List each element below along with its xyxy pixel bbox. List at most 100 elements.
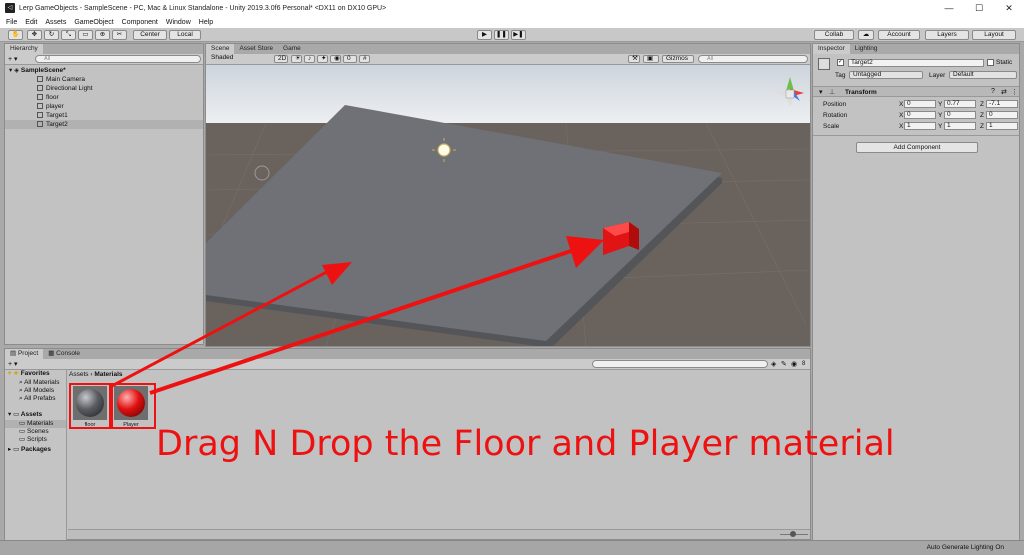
grid-icon[interactable]: # bbox=[359, 55, 370, 63]
pivot-local-toggle[interactable]: Local bbox=[169, 30, 201, 40]
material-player-thumbnail[interactable] bbox=[114, 386, 148, 420]
position-y-field[interactable]: 0.77 bbox=[944, 100, 976, 108]
account-dropdown[interactable]: Account bbox=[878, 30, 920, 40]
hierarchy-item-main-camera[interactable]: Main Camera bbox=[5, 75, 203, 84]
gizmos-dropdown[interactable]: Gizmos bbox=[662, 55, 694, 63]
hierarchy-item-directional-light[interactable]: Directional Light bbox=[5, 84, 203, 93]
menu-edit[interactable]: Edit bbox=[25, 19, 37, 26]
audio-toggle-icon[interactable]: ♪ bbox=[304, 55, 315, 63]
project-search-input[interactable] bbox=[592, 360, 768, 368]
rotation-y-field[interactable]: 0 bbox=[944, 111, 976, 119]
tag-dropdown[interactable]: Untagged bbox=[849, 71, 923, 79]
hierarchy-scene-row[interactable]: ▾ ◈ SampleScene* bbox=[5, 66, 203, 75]
collab-dropdown[interactable]: Collab bbox=[814, 30, 854, 40]
fx-count[interactable]: 0 bbox=[343, 55, 357, 63]
preset-icon[interactable]: ⇄ bbox=[1001, 88, 1007, 96]
layers-dropdown[interactable]: Layers bbox=[925, 30, 969, 40]
kebab-menu-icon[interactable]: ⋮ bbox=[1011, 88, 1018, 96]
layer-dropdown[interactable]: Default bbox=[949, 71, 1017, 79]
favorite-all-models[interactable]: ⌕ All Models bbox=[19, 387, 54, 395]
hierarchy-item-player[interactable]: player bbox=[5, 102, 203, 111]
step-icon[interactable]: ▶❚ bbox=[511, 30, 526, 40]
effects-icon[interactable]: ✦ bbox=[317, 55, 328, 63]
tab-lighting[interactable]: Lighting bbox=[850, 44, 883, 54]
menu-window[interactable]: Window bbox=[166, 19, 191, 26]
maximize-button[interactable]: ☐ bbox=[964, 0, 994, 16]
window-controls: — ☐ ✕ bbox=[934, 0, 1024, 16]
pause-icon[interactable]: ❚❚ bbox=[494, 30, 509, 40]
add-component-button[interactable]: Add Component bbox=[856, 142, 978, 153]
favorite-all-prefabs[interactable]: ⌕ All Prefabs bbox=[19, 395, 56, 403]
scale-z-field[interactable]: 1 bbox=[986, 122, 1018, 130]
minimize-button[interactable]: — bbox=[934, 0, 964, 16]
camera-icon[interactable]: ▣ bbox=[643, 55, 659, 63]
object-name-field[interactable]: Target2 bbox=[848, 59, 984, 67]
rotation-x-field[interactable]: 0 bbox=[904, 111, 936, 119]
scale-y-field[interactable]: 1 bbox=[944, 122, 976, 130]
tab-inspector[interactable]: Inspector bbox=[813, 44, 850, 54]
rotation-z-field[interactable]: 0 bbox=[986, 111, 1018, 119]
tab-project[interactable]: ▤ Project bbox=[5, 349, 44, 359]
scene-viewport[interactable] bbox=[206, 65, 810, 346]
breadcrumb-current[interactable]: Materials bbox=[94, 371, 122, 378]
tab-hierarchy[interactable]: Hierarchy bbox=[5, 44, 43, 54]
hierarchy-item-floor[interactable]: floor bbox=[5, 93, 203, 102]
scene-panel: Scene Asset Store Game Shaded 2D ☀ ♪ ✦ ◉… bbox=[205, 43, 811, 347]
tab-scene[interactable]: Scene bbox=[206, 44, 235, 54]
help-icon[interactable]: ? bbox=[991, 88, 995, 95]
project-add-button[interactable]: + ▾ bbox=[8, 360, 18, 368]
scene-search-input[interactable]: All bbox=[698, 55, 808, 63]
rotate-tool-icon[interactable]: ↻ bbox=[44, 30, 59, 40]
material-floor-thumbnail[interactable] bbox=[73, 386, 107, 420]
menu-component[interactable]: Component bbox=[122, 19, 158, 26]
breadcrumb-root[interactable]: Assets bbox=[69, 371, 89, 378]
folder-materials[interactable]: ▭ Materials bbox=[5, 420, 66, 428]
folder-scripts[interactable]: ▭ Scripts bbox=[19, 436, 47, 444]
static-checkbox[interactable] bbox=[987, 59, 994, 66]
tab-game[interactable]: Game bbox=[278, 44, 306, 54]
close-button[interactable]: ✕ bbox=[994, 0, 1024, 16]
scale-x-field[interactable]: 1 bbox=[904, 122, 936, 130]
scale-tool-icon[interactable]: ⤡ bbox=[61, 30, 76, 40]
pivot-center-toggle[interactable]: Center bbox=[133, 30, 167, 40]
menu-file[interactable]: File bbox=[6, 19, 17, 26]
menu-assets[interactable]: Assets bbox=[45, 19, 66, 26]
menu-gameobject[interactable]: GameObject bbox=[74, 19, 113, 26]
scene-name: SampleScene* bbox=[20, 67, 66, 74]
hidden-objects-icon[interactable]: ◉ bbox=[330, 55, 341, 63]
hand-tool-icon[interactable]: ✋ bbox=[8, 30, 23, 40]
filter-by-label-icon[interactable]: ✎ bbox=[781, 360, 787, 368]
favorite-all-materials[interactable]: ⌕ All Materials bbox=[19, 379, 60, 387]
rect-tool-icon[interactable]: ▭ bbox=[78, 30, 93, 40]
assets-row[interactable]: ▾ ▭ Assets bbox=[8, 411, 42, 419]
active-checkbox[interactable]: ✓ bbox=[837, 59, 844, 66]
hierarchy-item-target2[interactable]: Target2 bbox=[5, 120, 203, 129]
tab-asset-store[interactable]: Asset Store bbox=[234, 44, 278, 54]
hierarchy-add-button[interactable]: + ▾ bbox=[8, 55, 18, 63]
cloud-icon[interactable]: ☁ bbox=[858, 30, 874, 40]
menu-help[interactable]: Help bbox=[199, 19, 213, 26]
hierarchy-item-target1[interactable]: Target1 bbox=[5, 111, 203, 120]
directional-light-gizmo-icon[interactable] bbox=[437, 143, 451, 157]
filter-by-type-icon[interactable]: ◈ bbox=[771, 360, 776, 368]
folder-scenes[interactable]: ▭ Scenes bbox=[19, 428, 49, 436]
favorites-row[interactable]: ▾ ★ Favorites bbox=[8, 370, 50, 378]
icon-size-slider-handle[interactable] bbox=[790, 531, 796, 537]
hierarchy-search-input[interactable]: All bbox=[35, 55, 201, 63]
move-tool-icon[interactable]: ✥ bbox=[27, 30, 42, 40]
tab-console[interactable]: ▦ Console bbox=[43, 349, 85, 359]
packages-row[interactable]: ▸ ▭ Packages bbox=[8, 446, 51, 454]
play-icon[interactable]: ▶ bbox=[477, 30, 492, 40]
lighting-toggle-icon[interactable]: ☀ bbox=[291, 55, 302, 63]
transform-header[interactable]: ▾ ⊥ Transform ? ⇄ ⋮ bbox=[813, 86, 1019, 97]
transform-tool-icon[interactable]: ⊕ bbox=[95, 30, 110, 40]
visibility-icon[interactable]: ◉ bbox=[791, 360, 797, 368]
shading-mode-dropdown[interactable]: Shaded bbox=[208, 54, 270, 63]
custom-tool-icon[interactable]: ✂ bbox=[112, 30, 127, 40]
2d-mode-toggle[interactable]: 2D bbox=[274, 55, 288, 63]
layout-dropdown[interactable]: Layout bbox=[972, 30, 1016, 40]
tools-icon[interactable]: ⚒ bbox=[628, 55, 640, 63]
static-label: Static bbox=[996, 59, 1013, 66]
position-x-field[interactable]: 0 bbox=[904, 100, 936, 108]
position-z-field[interactable]: -7.1 bbox=[986, 100, 1018, 108]
